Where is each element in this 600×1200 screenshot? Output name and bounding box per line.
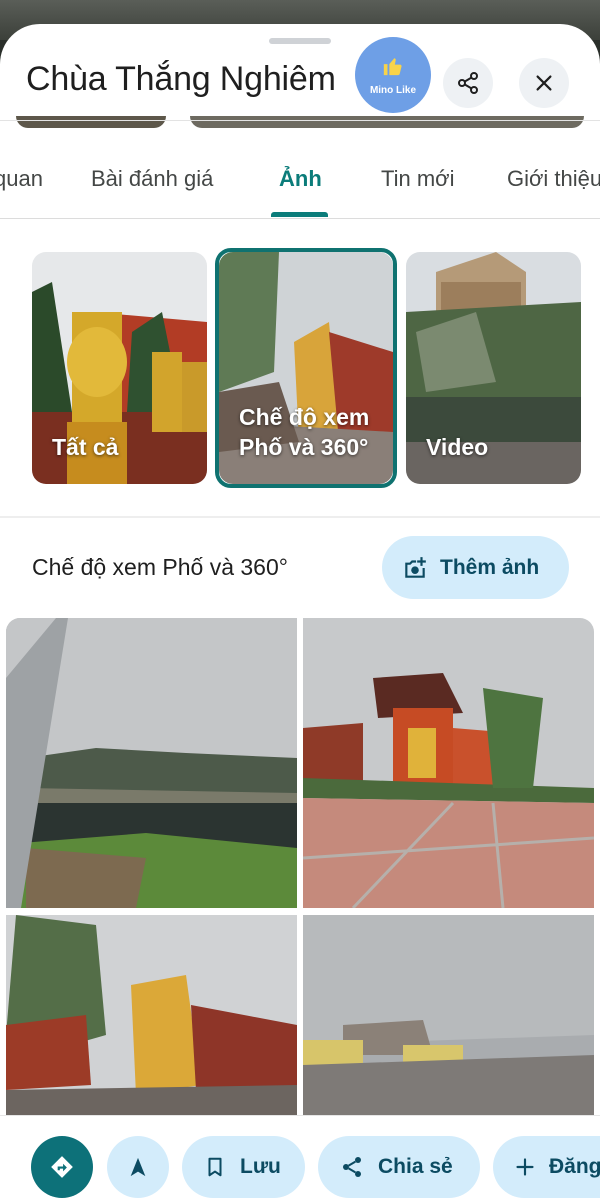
- active-tab-indicator: [271, 212, 328, 217]
- section-divider: [0, 516, 600, 518]
- tabs-divider: [0, 218, 600, 219]
- selected-category-ring: [215, 248, 397, 488]
- tab-photos[interactable]: Ảnh: [279, 166, 322, 192]
- bottom-action-bar: Lưu Chia sẻ Đăng: [0, 1115, 600, 1200]
- share-label: Chia sẻ: [378, 1155, 453, 1178]
- share-button[interactable]: [443, 58, 493, 108]
- share-place-button[interactable]: Chia sẻ: [318, 1136, 480, 1198]
- header-image-peek-left: [16, 116, 166, 128]
- post-label: Đăng: [549, 1155, 600, 1178]
- photo-temple-gate-thumbnail: [6, 915, 297, 1115]
- plus-icon: [516, 1158, 534, 1176]
- thumbs-up-icon: [382, 55, 404, 81]
- photo-tile[interactable]: [303, 618, 594, 908]
- close-icon: [536, 75, 552, 91]
- tab-overview[interactable]: quan: [0, 166, 43, 192]
- share-icon: [458, 72, 478, 94]
- category-all-label: Tất cả: [52, 434, 119, 460]
- place-title: Chùa Thắng Nghiêm: [26, 60, 336, 98]
- close-button[interactable]: [519, 58, 569, 108]
- section-title: Chế độ xem Phố và 360°: [32, 554, 288, 580]
- photo-tile[interactable]: [303, 915, 594, 1115]
- photo-tile[interactable]: [6, 618, 297, 908]
- header-image-peek-right: [190, 116, 584, 128]
- photo-courtyard-thumbnail: [303, 915, 594, 1115]
- add-photo-button[interactable]: Thêm ảnh: [382, 536, 569, 599]
- mino-like-label: Mino Like: [369, 84, 417, 96]
- start-navigation-button[interactable]: [107, 1136, 169, 1198]
- photo-lake-thumbnail: [6, 618, 297, 908]
- navigation-arrow-icon: [130, 1157, 146, 1177]
- add-photo-label: Thêm ảnh: [440, 555, 540, 579]
- header-divider: [0, 120, 600, 121]
- bookmark-icon: [208, 1157, 222, 1177]
- directions-button[interactable]: [31, 1136, 93, 1198]
- tab-reviews[interactable]: Bài đánh giá: [91, 166, 213, 192]
- tab-updates[interactable]: Tin mới: [381, 166, 455, 192]
- drag-handle[interactable]: [269, 38, 331, 44]
- save-button[interactable]: Lưu: [182, 1136, 305, 1198]
- directions-icon: [51, 1156, 73, 1178]
- photo-temple-yard-thumbnail: [303, 618, 594, 908]
- category-card-video[interactable]: Video: [406, 252, 581, 484]
- category-card-all[interactable]: Tất cả: [32, 252, 207, 484]
- share-icon: [343, 1157, 361, 1177]
- add-photo-icon: [405, 556, 426, 578]
- category-video-label: Video: [426, 434, 489, 460]
- tab-bar: quan Bài đánh giá Ảnh Tin mới Giới thiệu: [0, 154, 600, 216]
- tab-about[interactable]: Giới thiệu: [507, 166, 600, 192]
- mino-like-button[interactable]: Mino Like: [355, 37, 431, 113]
- post-button[interactable]: Đăng: [493, 1136, 600, 1198]
- place-sheet: Chùa Thắng Nghiêm Mino Like quan Bài đán…: [0, 24, 600, 1200]
- save-label: Lưu: [240, 1155, 281, 1178]
- photo-tile[interactable]: [6, 915, 297, 1115]
